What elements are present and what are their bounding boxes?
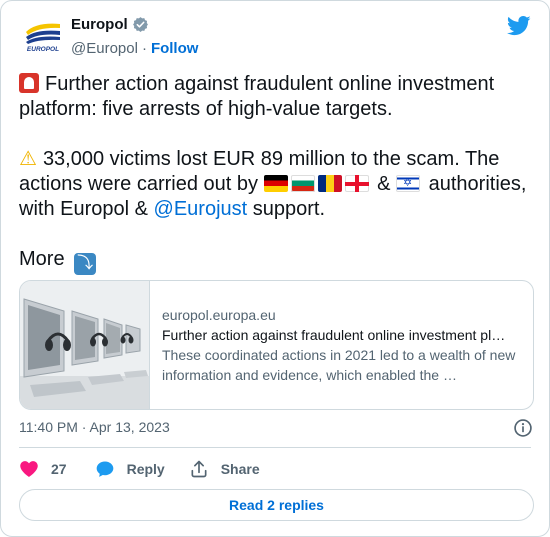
georgia-flag-icon — [344, 175, 369, 192]
reply-bubble-icon — [96, 461, 113, 477]
twitter-bird-icon[interactable] — [507, 15, 531, 37]
tweet-timestamp[interactable]: 11:40 PM · Apr 13, 2023 — [19, 419, 170, 435]
more-text: More — [19, 248, 65, 270]
tweet-line-2a: 33,000 victims lost EUR 89 million to th… — [19, 148, 500, 195]
read-replies-button[interactable]: Read 2 replies — [19, 489, 534, 521]
separator-dot: · — [141, 40, 147, 57]
share-button[interactable]: Share — [189, 459, 260, 479]
share-upload-icon — [191, 460, 207, 478]
germany-flag-icon — [263, 175, 288, 192]
author-display-name[interactable]: Europol — [71, 16, 128, 33]
link-preview-info: europol.europa.eu Further action against… — [150, 281, 533, 409]
tweet-header: EUROPOL Europol @Europol · Follow — [19, 15, 531, 61]
info-icon[interactable] — [513, 418, 533, 438]
tweet-line-1: Further action against fraudulent online… — [19, 73, 495, 120]
tweet-paragraph-1: Further action against fraudulent online… — [19, 72, 534, 122]
logo-wordmark: EUROPOL — [27, 46, 59, 53]
link-title: Further action against fraudulent online… — [162, 327, 506, 343]
europol-logo[interactable]: EUROPOL — [22, 18, 64, 54]
share-label: Share — [220, 461, 260, 477]
reply-label: Reply — [126, 461, 165, 477]
link-preview-image — [20, 281, 150, 409]
author-handle-row: @Europol · Follow — [71, 40, 198, 57]
romania-flag-icon — [317, 175, 342, 192]
bulgaria-flag-icon — [290, 175, 315, 192]
tweet-paragraph-3: More ⤵ — [19, 247, 534, 275]
ampersand-text: & — [377, 173, 391, 195]
follow-button[interactable]: Follow — [151, 40, 199, 57]
eurojust-mention-link[interactable]: @Eurojust — [154, 198, 248, 220]
divider — [19, 447, 531, 448]
link-description: These coordinated actions in 2021 led to… — [162, 347, 516, 383]
verified-badge-icon — [132, 17, 148, 32]
israel-flag-icon — [396, 175, 421, 192]
like-button[interactable]: 27 — [19, 459, 67, 479]
author-handle[interactable]: @Europol — [71, 40, 138, 57]
computer-monitors-photo — [20, 281, 149, 409]
police-light-emoji-icon — [19, 73, 39, 93]
reply-button[interactable]: Reply — [95, 459, 165, 479]
tweet-actions: 27 Reply Share — [19, 459, 260, 479]
link-preview-card[interactable]: europol.europa.eu Further action against… — [19, 280, 534, 410]
arrow-down-right-emoji-icon: ⤵ — [74, 253, 97, 275]
warning-emoji-icon: ⚠ — [19, 148, 37, 170]
tweet-embed-card: EUROPOL Europol @Europol · Follow Furthe… — [0, 0, 550, 537]
tweet-line-2c: support. — [252, 198, 326, 220]
heart-icon — [20, 461, 38, 477]
link-domain: europol.europa.eu — [162, 307, 276, 323]
author-name-row: Europol — [71, 16, 149, 33]
like-count: 27 — [51, 461, 67, 477]
tweet-paragraph-2: ⚠ 33,000 victims lost EUR 89 million to t… — [19, 147, 534, 222]
tweet-text: Further action against fraudulent online… — [19, 72, 534, 275]
